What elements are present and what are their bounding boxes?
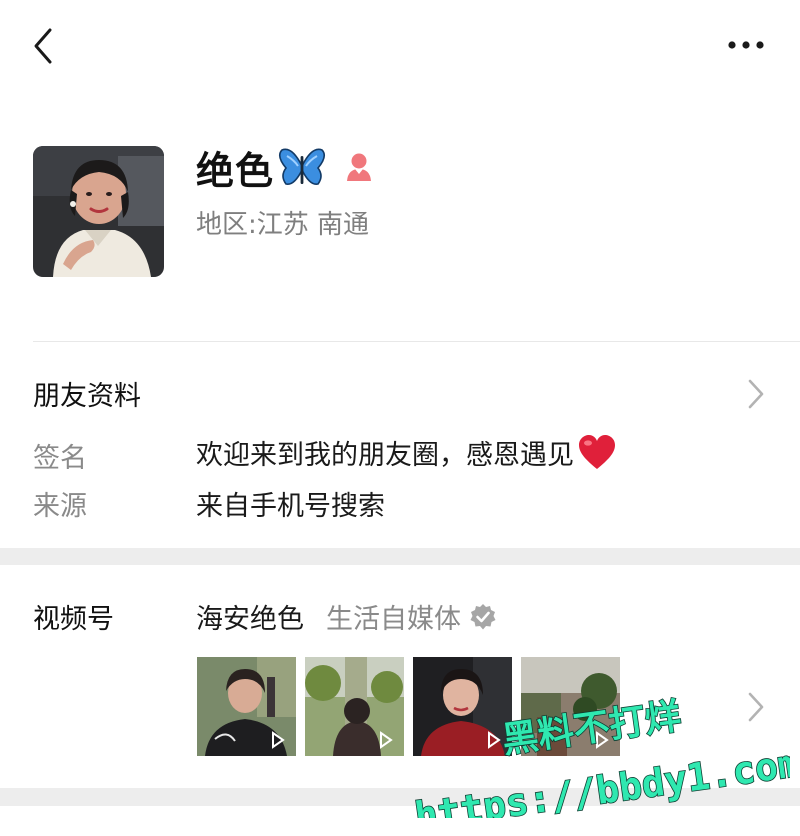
nickname-row: 绝色 — [196, 141, 374, 193]
avatar[interactable] — [33, 146, 164, 277]
more-horizontal-icon — [728, 41, 764, 49]
video-thumbnail[interactable] — [305, 657, 404, 756]
video-thumbnail[interactable] — [413, 657, 512, 756]
chevron-right-icon[interactable] — [745, 377, 767, 411]
bottom-panel — [0, 806, 800, 836]
source-label: 来源 — [33, 491, 87, 522]
friend-info-title[interactable]: 朋友资料 — [33, 374, 141, 413]
channels-title: 视频号 — [33, 604, 114, 635]
signature-label: 签名 — [33, 443, 87, 474]
video-thumbnails — [197, 657, 620, 756]
channels-category: 生活自媒体 — [326, 604, 461, 635]
region-text: 地区:江苏 南通 — [196, 210, 370, 240]
chevron-left-icon — [34, 28, 52, 64]
video-thumbnail[interactable] — [197, 657, 296, 756]
channels-name-row[interactable]: 海安绝色 生活自媒体 — [196, 597, 497, 636]
source-text: 来自手机号搜索 — [196, 491, 385, 522]
butterfly-emoji — [278, 148, 326, 186]
divider — [33, 341, 800, 342]
profile-header: 绝色 地区:江苏 南通 — [0, 138, 800, 288]
female-icon — [347, 153, 372, 181]
more-options-button[interactable] — [722, 30, 770, 60]
red-heart-emoji — [579, 434, 615, 469]
signature-text: 欢迎来到我的朋友圈，感恩遇见 — [196, 440, 574, 471]
channels-name: 海安绝色 — [196, 604, 304, 635]
top-bar — [0, 0, 800, 92]
nickname: 绝色 — [196, 148, 275, 193]
verified-badge-icon — [470, 603, 496, 629]
signature-row: 欢迎来到我的朋友圈，感恩遇见 — [196, 433, 616, 472]
section-separator — [0, 548, 800, 565]
chevron-right-icon[interactable] — [745, 690, 767, 724]
video-thumbnail[interactable] — [521, 657, 620, 756]
back-button[interactable] — [28, 26, 60, 66]
